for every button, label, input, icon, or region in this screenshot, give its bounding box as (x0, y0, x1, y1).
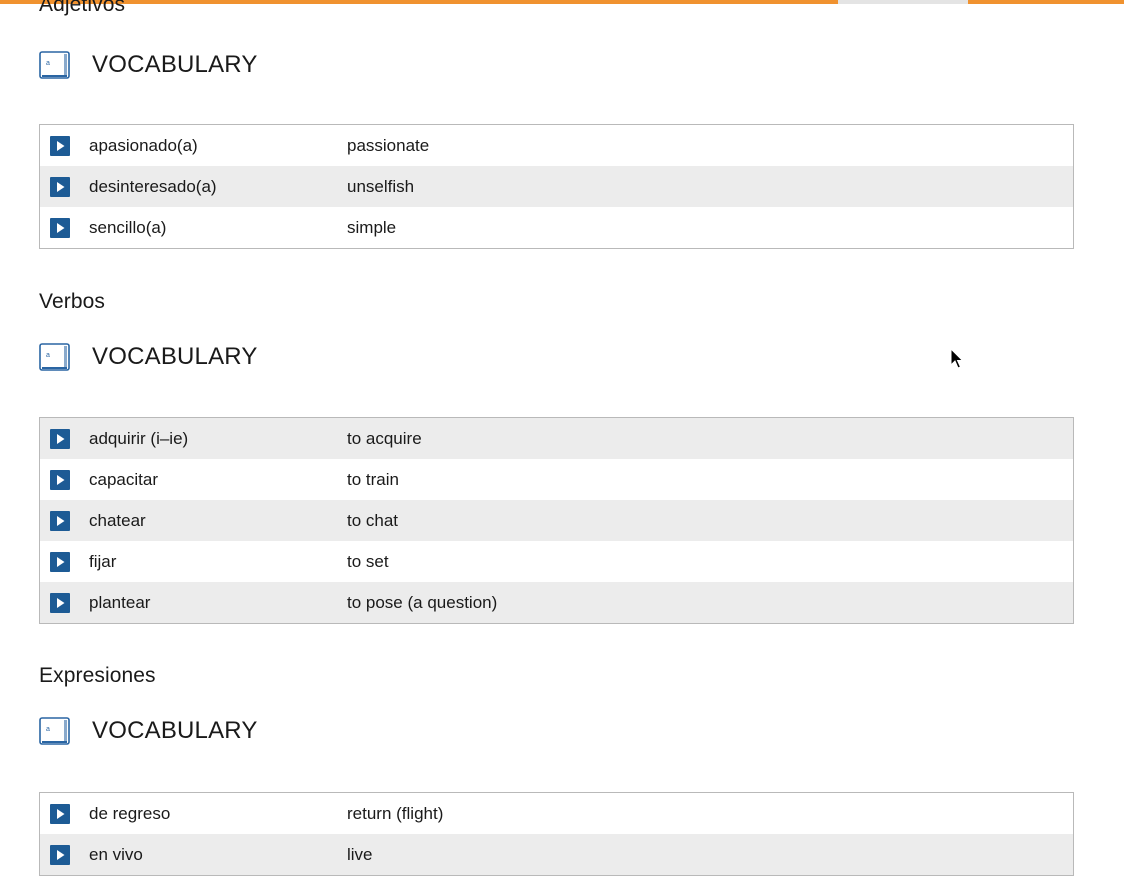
term-text: fijar (89, 552, 117, 571)
vocab-row: capacitar to train (40, 459, 1073, 500)
play-audio-button[interactable] (50, 845, 70, 865)
term-text: adquirir (i–ie) (89, 429, 189, 448)
term-text: en vivo (89, 845, 143, 864)
progress-bar-segment (968, 0, 1124, 4)
vocabulary-page: Adjetivos a VOCABULARY apasionado(a) pas… (0, 0, 1124, 894)
translation-text: to pose (a question) (347, 593, 498, 612)
vocab-row: fijar to set (40, 541, 1073, 582)
play-icon (57, 516, 65, 526)
book-icon: a (39, 343, 70, 371)
section-title-expresiones: Expresiones (39, 664, 156, 687)
play-audio-button[interactable] (50, 429, 70, 449)
book-icon: a (39, 717, 70, 745)
translation-text: to chat (347, 511, 399, 530)
vocabulary-label: VOCABULARY (92, 51, 258, 78)
mouse-cursor-icon (950, 348, 964, 369)
play-icon (57, 182, 65, 192)
vocab-row: apasionado(a) passionate (40, 125, 1073, 166)
progress-bar-segment (0, 0, 838, 4)
play-audio-button[interactable] (50, 218, 70, 238)
svg-text:a: a (46, 60, 50, 67)
play-icon (57, 850, 65, 860)
vocabulary-table: adquirir (i–ie) to acquire capacitar to … (39, 417, 1074, 624)
vocabulary-heading: a VOCABULARY (39, 50, 439, 82)
play-icon (57, 598, 65, 608)
play-icon (57, 141, 65, 151)
translation-text: simple (347, 218, 397, 237)
translation-text: to acquire (347, 429, 422, 448)
progress-bar-segment (838, 0, 968, 4)
vocabulary-table: de regreso return (flight) en vivo live (39, 792, 1074, 876)
vocab-row: adquirir (i–ie) to acquire (40, 418, 1073, 459)
svg-text:a: a (46, 726, 50, 733)
svg-text:a: a (46, 352, 50, 359)
term-text: desinteresado(a) (89, 177, 217, 196)
progress-bar (0, 0, 1124, 4)
translation-text: unselfish (347, 177, 415, 196)
vocabulary-label: VOCABULARY (92, 717, 258, 744)
vocabulary-heading: a VOCABULARY (39, 716, 439, 748)
vocab-row: chatear to chat (40, 500, 1073, 541)
play-audio-button[interactable] (50, 593, 70, 613)
play-audio-button[interactable] (50, 177, 70, 197)
section-title-adjetivos: Adjetivos (39, 0, 126, 16)
vocab-row: en vivo live (40, 834, 1073, 875)
translation-text: passionate (347, 136, 430, 155)
translation-text: return (flight) (347, 804, 444, 823)
vocab-row: de regreso return (flight) (40, 793, 1073, 834)
term-text: capacitar (89, 470, 158, 489)
vocabulary-table: apasionado(a) passionate desinteresado(a… (39, 124, 1074, 249)
vocabulary-label: VOCABULARY (92, 343, 258, 370)
vocab-row: sencillo(a) simple (40, 207, 1073, 248)
play-audio-button[interactable] (50, 136, 70, 156)
play-audio-button[interactable] (50, 470, 70, 490)
translation-text: live (347, 845, 373, 864)
play-audio-button[interactable] (50, 552, 70, 572)
play-audio-button[interactable] (50, 804, 70, 824)
translation-text: to set (347, 552, 389, 571)
play-audio-button[interactable] (50, 511, 70, 531)
term-text: de regreso (89, 804, 171, 823)
book-icon: a (39, 51, 70, 79)
play-icon (57, 557, 65, 567)
term-text: plantear (89, 593, 151, 612)
section-title-verbos: Verbos (39, 290, 105, 313)
vocab-row: plantear to pose (a question) (40, 582, 1073, 623)
vocabulary-heading: a VOCABULARY (39, 342, 439, 374)
translation-text: to train (347, 470, 399, 489)
play-icon (57, 475, 65, 485)
play-icon (57, 434, 65, 444)
play-icon (57, 223, 65, 233)
term-text: apasionado(a) (89, 136, 198, 155)
term-text: sencillo(a) (89, 218, 167, 237)
play-icon (57, 809, 65, 819)
vocab-row: desinteresado(a) unselfish (40, 166, 1073, 207)
term-text: chatear (89, 511, 146, 530)
